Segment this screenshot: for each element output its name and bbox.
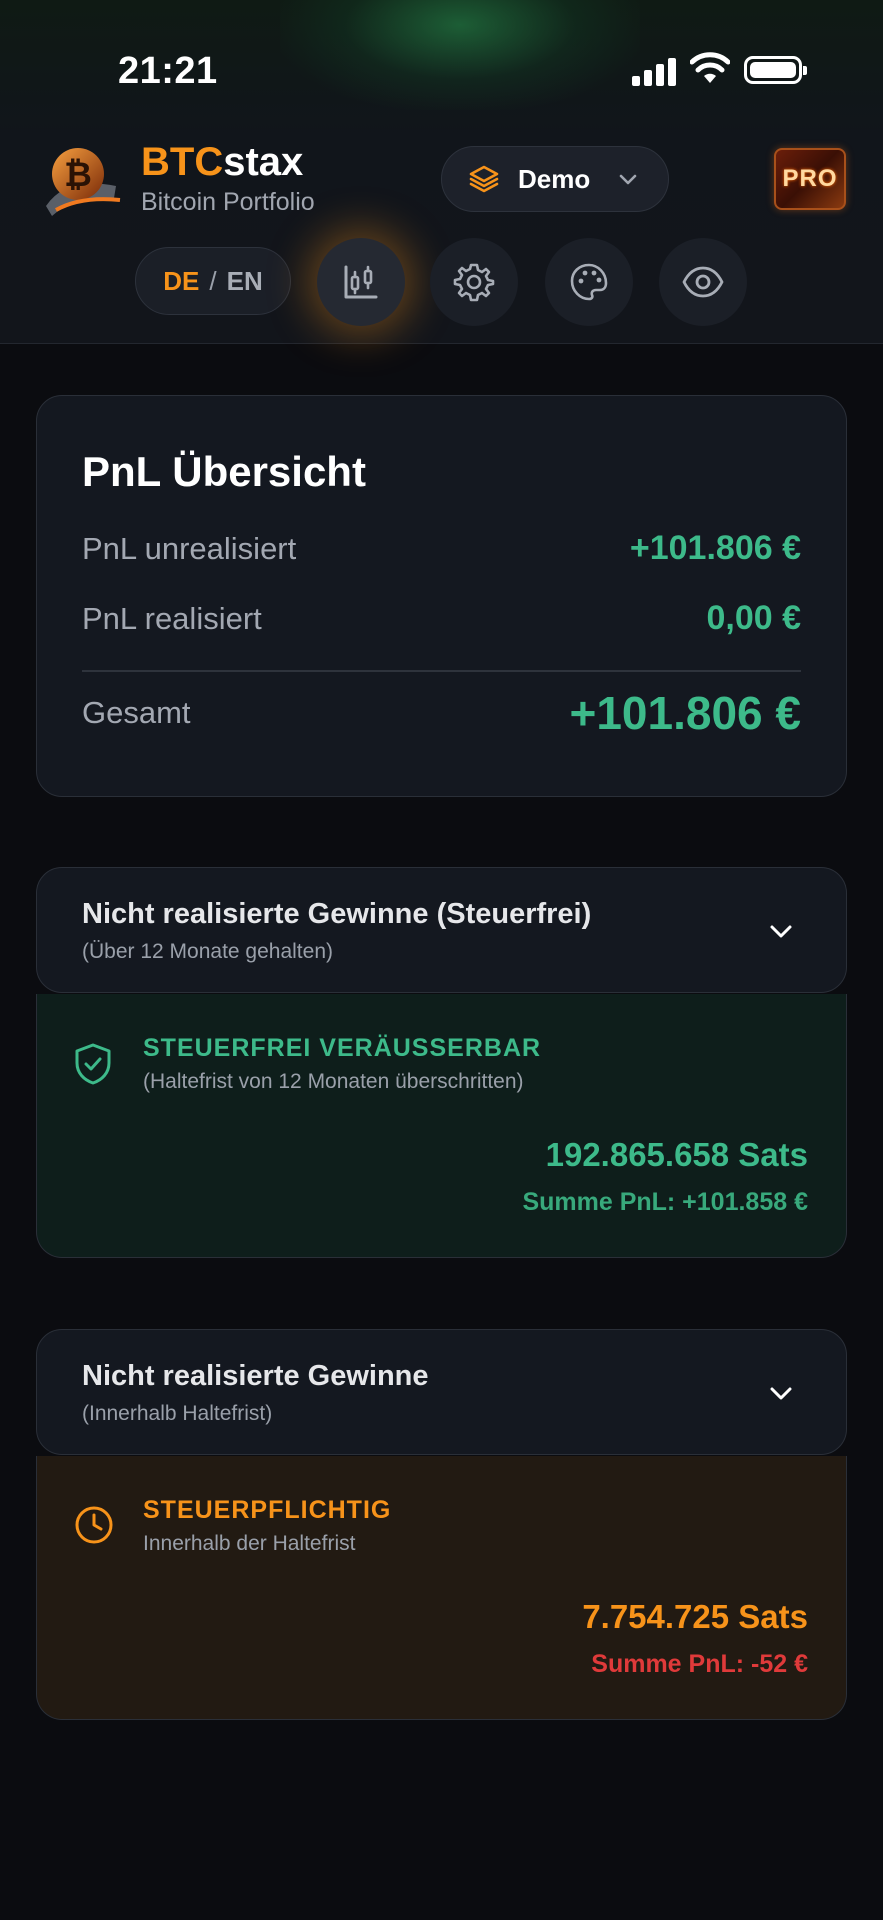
- taxfree-panel: STEUERFREI VERÄUSSERBAR (Haltefrist von …: [36, 994, 847, 1258]
- chart-button[interactable]: [317, 238, 405, 326]
- taxable-badge: STEUERPFLICHTIG: [143, 1496, 392, 1524]
- brand: BTCstax Bitcoin Portfolio: [141, 140, 315, 217]
- taxfree-accordion-title: Nicht realisierte Gewinne (Steuerfrei): [82, 898, 592, 930]
- taxable-sum: Summe PnL: -52 €: [591, 1650, 808, 1678]
- pnl-realized-row: PnL realisiert 0,00 €: [82, 599, 801, 638]
- chart-candlestick-icon: [344, 265, 378, 299]
- portfolio-selector-label: Demo: [518, 163, 591, 194]
- brand-subtitle: Bitcoin Portfolio: [141, 188, 315, 216]
- brand-title-btc: BTC: [141, 140, 224, 184]
- language-separator: /: [209, 265, 217, 296]
- shield-check-icon: [75, 1043, 111, 1085]
- layers-icon: [469, 165, 499, 193]
- settings-button[interactable]: [430, 238, 518, 326]
- battery-icon: [744, 56, 807, 84]
- pnl-overview-card: PnL Übersicht PnL unrealisiert +101.806 …: [36, 395, 847, 797]
- portfolio-selector[interactable]: Demo: [441, 146, 669, 212]
- status-bar: 21:21: [0, 0, 883, 140]
- chevron-down-icon: [770, 925, 792, 938]
- taxfree-sum: Summe PnL: +101.858 €: [522, 1188, 808, 1216]
- taxfree-accordion-subtitle: (Über 12 Monate gehalten): [82, 940, 333, 963]
- wifi-icon: [690, 52, 730, 83]
- pnl-unrealized-label: PnL unrealisiert: [82, 530, 297, 566]
- visibility-button[interactable]: [659, 238, 747, 326]
- svg-text:₿: ₿: [64, 155, 92, 195]
- taxable-accordion-title: Nicht realisierte Gewinne: [82, 1360, 429, 1392]
- pro-badge-label: PRO: [782, 165, 838, 192]
- pnl-unrealized-value: +101.806 €: [629, 529, 801, 567]
- pnl-unrealized-row: PnL unrealisiert +101.806 €: [82, 529, 801, 568]
- bitcoin-logo-icon: ₿: [46, 148, 121, 216]
- pnl-total-label: Gesamt: [82, 695, 191, 730]
- eye-icon: [682, 266, 724, 298]
- clock-icon: [75, 1506, 113, 1544]
- cellular-signal-icon: [632, 56, 676, 86]
- pro-badge[interactable]: PRO: [774, 148, 846, 210]
- chevron-down-icon: [619, 174, 637, 185]
- gear-icon: [453, 263, 495, 302]
- theme-button[interactable]: [545, 238, 633, 326]
- taxfree-accordion-header[interactable]: Nicht realisierte Gewinne (Steuerfrei) (…: [36, 867, 847, 993]
- taxfree-note: (Haltefrist von 12 Monaten überschritten…: [143, 1070, 524, 1093]
- taxfree-amount: 192.865.658 Sats: [545, 1136, 808, 1173]
- taxable-panel: STEUERPFLICHTIG Innerhalb der Haltefrist…: [36, 1456, 847, 1720]
- chevron-down-icon: [770, 1387, 792, 1400]
- divider: [82, 670, 801, 672]
- taxable-accordion-header[interactable]: Nicht realisierte Gewinne (Innerhalb Hal…: [36, 1329, 847, 1455]
- brand-title: BTCstax: [141, 140, 315, 184]
- pnl-realized-value: 0,00 €: [706, 599, 801, 637]
- taxable-note: Innerhalb der Haltefrist: [143, 1532, 356, 1555]
- pnl-overview-title: PnL Übersicht: [82, 448, 366, 495]
- status-time: 21:21: [118, 50, 218, 92]
- palette-icon: [570, 263, 608, 301]
- taxable-amount: 7.754.725 Sats: [582, 1598, 808, 1635]
- taxable-accordion-subtitle: (Innerhalb Haltefrist): [82, 1402, 273, 1425]
- pnl-total-value: +101.806 €: [569, 687, 801, 739]
- pnl-total-row: Gesamt +101.806 €: [82, 686, 801, 740]
- language-toggle[interactable]: DE / EN: [135, 247, 291, 315]
- pnl-realized-label: PnL realisiert: [82, 600, 262, 636]
- language-de[interactable]: DE: [163, 266, 199, 297]
- taxfree-badge: STEUERFREI VERÄUSSERBAR: [143, 1034, 542, 1062]
- brand-title-stax: stax: [223, 140, 304, 184]
- language-en[interactable]: EN: [227, 266, 263, 297]
